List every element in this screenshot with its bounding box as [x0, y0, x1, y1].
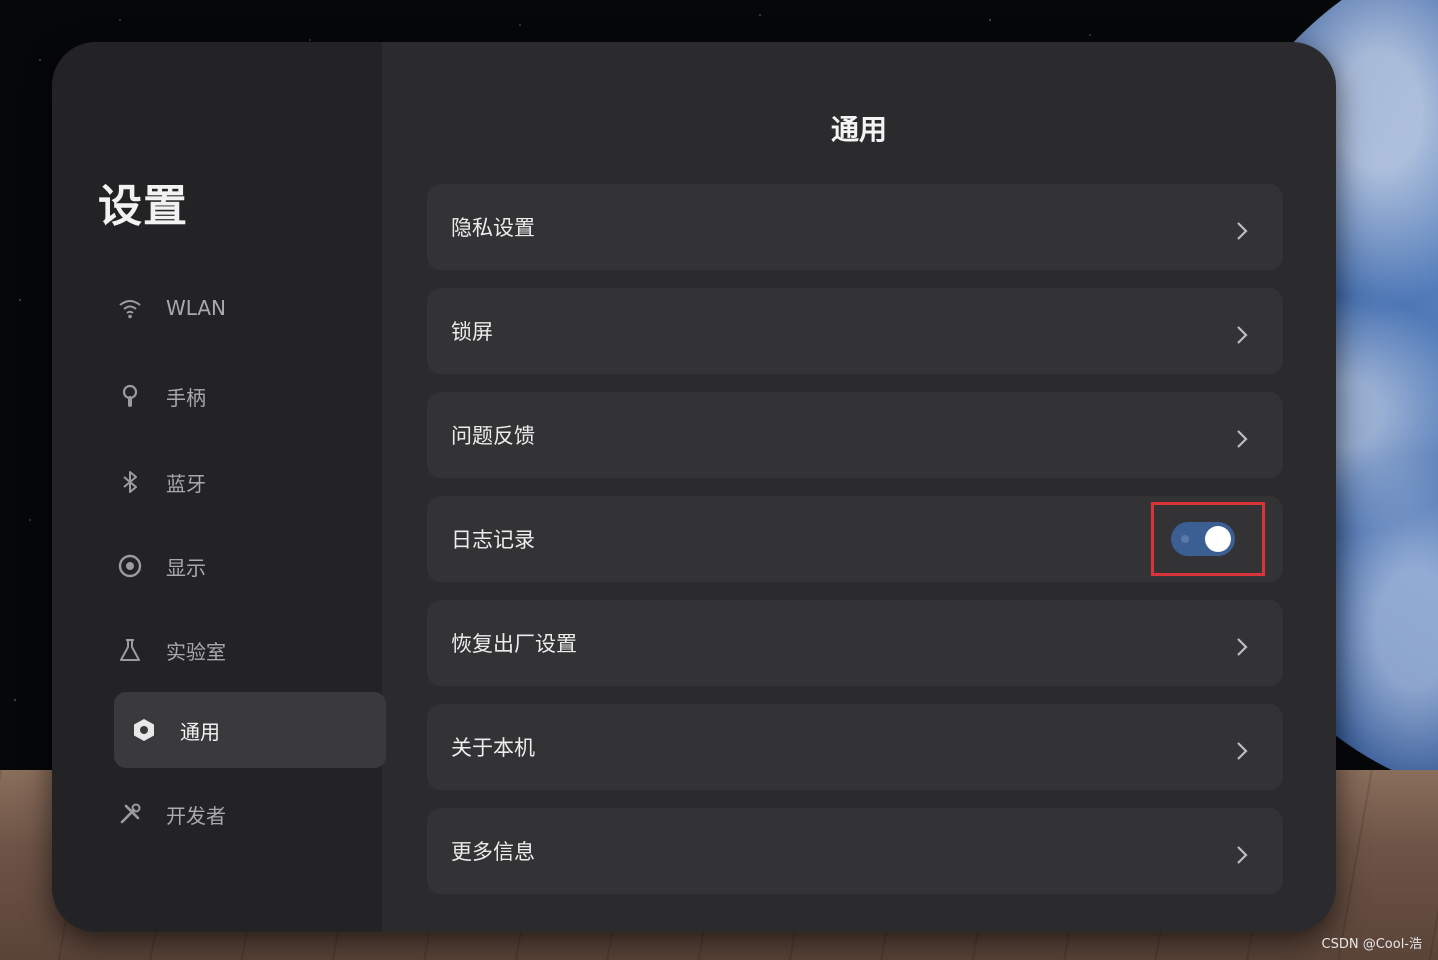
row-label: 锁屏 [451, 320, 493, 344]
sidebar: 设置 WLAN 手柄 蓝牙 显示 实验室 通用 开发者 [52, 42, 386, 932]
toggle-knob [1205, 526, 1231, 552]
sidebar-item-wlan[interactable]: WLAN [100, 270, 380, 346]
sidebar-item-label: 实验室 [166, 639, 226, 664]
row-label: 问题反馈 [451, 424, 535, 448]
sidebar-item-label: WLAN [166, 296, 227, 320]
row-lock-screen[interactable]: 锁屏 [427, 288, 1283, 374]
row-privacy-settings[interactable]: 隐私设置 [427, 184, 1283, 270]
sidebar-item-label: 蓝牙 [166, 471, 206, 496]
row-feedback[interactable]: 问题反馈 [427, 392, 1283, 478]
row-logging: 日志记录 [427, 496, 1283, 582]
row-label: 关于本机 [451, 736, 535, 760]
sidebar-item-label: 开发者 [166, 803, 226, 828]
chevron-right-icon [1235, 844, 1249, 864]
sidebar-item-label: 通用 [180, 719, 220, 744]
sidebar-item-label: 显示 [166, 555, 206, 580]
sidebar-item-controller[interactable]: 手柄 [100, 358, 380, 434]
eye-icon [116, 552, 144, 580]
row-about-device[interactable]: 关于本机 [427, 704, 1283, 790]
row-factory-reset[interactable]: 恢复出厂设置 [427, 600, 1283, 686]
row-label: 恢复出厂设置 [451, 632, 577, 656]
watermark: CSDN @Cool-浩 [1321, 937, 1422, 952]
tools-icon [116, 800, 144, 828]
row-more-info[interactable]: 更多信息 [427, 808, 1283, 894]
row-label: 隐私设置 [451, 216, 535, 240]
wifi-icon [116, 294, 144, 322]
toggle-indicator [1181, 535, 1189, 543]
chevron-right-icon [1235, 428, 1249, 448]
sidebar-item-bluetooth[interactable]: 蓝牙 [100, 444, 380, 520]
bluetooth-icon [116, 468, 144, 496]
row-label: 更多信息 [451, 840, 535, 864]
sidebar-item-display[interactable]: 显示 [100, 528, 380, 604]
settings-panel: 设置 WLAN 手柄 蓝牙 显示 实验室 通用 开发者 通用 隐私设置 锁屏 问… [52, 42, 1336, 932]
general-hexagon-icon [130, 716, 158, 744]
flask-icon [116, 636, 144, 664]
row-label: 日志记录 [451, 528, 535, 552]
logging-toggle[interactable] [1171, 522, 1235, 556]
sidebar-item-label: 手柄 [166, 385, 206, 410]
chevron-right-icon [1235, 220, 1249, 240]
chevron-right-icon [1235, 324, 1249, 344]
sidebar-title: 设置 [98, 181, 188, 232]
sidebar-item-lab[interactable]: 实验室 [100, 612, 380, 688]
sidebar-item-general[interactable]: 通用 [114, 692, 386, 768]
chevron-right-icon [1235, 740, 1249, 760]
controller-icon [116, 382, 144, 410]
chevron-right-icon [1235, 636, 1249, 656]
page-title: 通用 [830, 113, 887, 146]
sidebar-item-developer[interactable]: 开发者 [100, 776, 380, 852]
